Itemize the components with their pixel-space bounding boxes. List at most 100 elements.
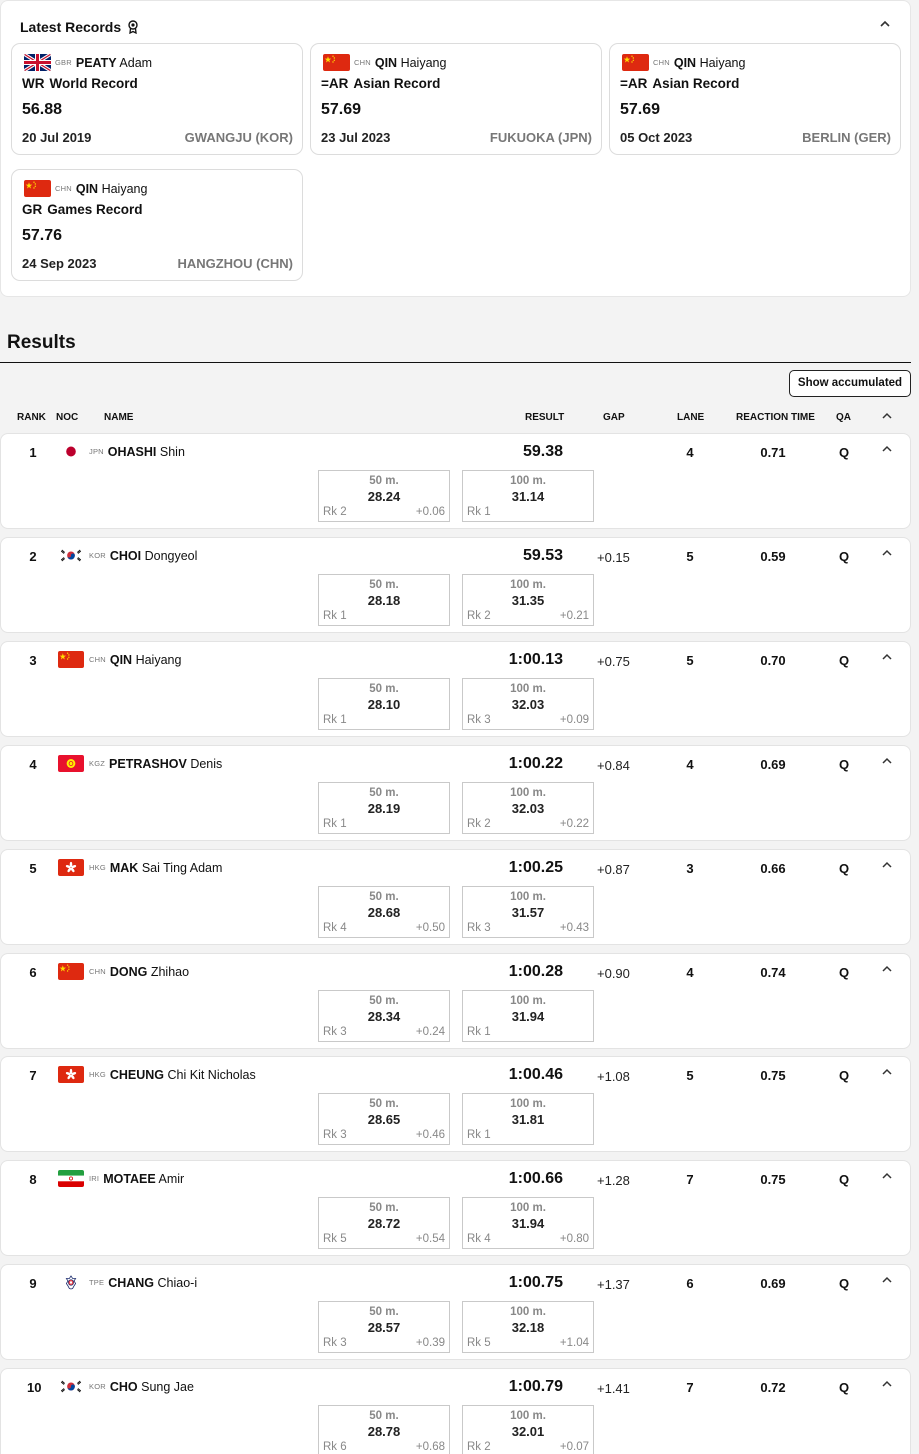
lane: 5 bbox=[686, 549, 694, 564]
athlete-name[interactable]: JPN OHASHI Shin bbox=[89, 445, 185, 459]
column-header-lane: LANE bbox=[677, 412, 705, 423]
rank: 10 bbox=[27, 1380, 42, 1395]
noc-code: CHN bbox=[89, 967, 106, 976]
athlete-name[interactable]: HKG CHEUNG Chi Kit Nicholas bbox=[89, 1068, 256, 1082]
gap: +1.08 bbox=[597, 1069, 630, 1084]
split-gap: +0.22 bbox=[559, 818, 589, 830]
split-time: 28.68 bbox=[367, 905, 401, 920]
chevron-up-icon[interactable] bbox=[878, 17, 892, 31]
chevron-up-icon[interactable] bbox=[881, 548, 893, 558]
split-50m: 50 m. 28.78 Rk 6 +0.68 bbox=[318, 1405, 450, 1454]
gap: +1.28 bbox=[597, 1173, 630, 1188]
split-100m: 100 m. 31.81 Rk 1 bbox=[462, 1093, 594, 1145]
athlete-name[interactable]: IRI MOTAEE Amir bbox=[89, 1172, 184, 1186]
athlete-last-name: QIN bbox=[75, 182, 99, 196]
chevron-up-icon[interactable] bbox=[881, 444, 893, 454]
split-gap: +0.80 bbox=[559, 1233, 589, 1245]
split-rank: Rk 1 bbox=[323, 818, 347, 830]
show-accumulated-button[interactable]: Show accumulated bbox=[789, 370, 911, 397]
chevron-up-icon[interactable] bbox=[881, 1379, 893, 1389]
result-row[interactable]: 8 IRI MOTAEE Amir 1:00.66 +1.28 7 0.75 Q … bbox=[0, 1160, 911, 1256]
record-card[interactable]: CHN QIN Haiyang GR Games Record 57.76 24 S… bbox=[11, 169, 303, 281]
record-code: WR bbox=[22, 76, 45, 91]
qualification: Q bbox=[838, 445, 850, 460]
athlete-last-name: CHOI bbox=[109, 549, 142, 563]
athlete-first-name: Sai Ting Adam bbox=[141, 861, 223, 875]
athlete-last-name: CHO bbox=[109, 1380, 138, 1394]
result-row[interactable]: 2 KOR CHOI Dongyeol 59.53 +0.15 5 0.59 Q … bbox=[0, 537, 911, 633]
result-row[interactable]: 4 KGZ PETRASHOV Denis 1:00.22 +0.84 4 0.6… bbox=[0, 745, 911, 841]
split-rank: Rk 2 bbox=[467, 1441, 491, 1453]
result-row[interactable]: 7 HKG CHEUNG Chi Kit Nicholas 1:00.46 +1.… bbox=[0, 1056, 911, 1152]
reaction-time: 0.69 bbox=[760, 1276, 786, 1291]
latest-records-panel: Latest Records GBR PEATY Adam WR World Rec… bbox=[0, 0, 911, 297]
result-row[interactable]: 9 TPE CHANG Chiao-i 1:00.75 +1.37 6 0.69 … bbox=[0, 1264, 911, 1360]
qualification: Q bbox=[838, 1068, 850, 1083]
split-50m: 50 m. 28.19 Rk 1 bbox=[318, 782, 450, 834]
rank: 6 bbox=[29, 965, 37, 980]
split-100m: 100 m. 31.35 Rk 2 +0.21 bbox=[462, 574, 594, 626]
record-athlete[interactable]: CHN QIN Haiyang bbox=[354, 56, 446, 70]
chevron-up-icon[interactable] bbox=[881, 1171, 893, 1181]
record-athlete[interactable]: CHN QIN Haiyang bbox=[653, 56, 745, 70]
record-date: 23 Jul 2023 bbox=[321, 130, 391, 145]
gap: +0.84 bbox=[597, 758, 630, 773]
result-time: 1:00.28 bbox=[508, 963, 563, 980]
athlete-last-name: MOTAEE bbox=[103, 1172, 156, 1186]
record-type: =AR Asian Record bbox=[620, 76, 739, 91]
athlete-last-name: CHEUNG bbox=[109, 1068, 165, 1082]
noc-code: KOR bbox=[89, 1382, 106, 1391]
reaction-time: 0.74 bbox=[760, 965, 786, 980]
athlete-name[interactable]: HKG MAK Sai Ting Adam bbox=[89, 861, 222, 875]
record-card[interactable]: CHN QIN Haiyang =AR Asian Record 57.69 23 … bbox=[310, 43, 602, 155]
result-time: 1:00.25 bbox=[508, 859, 563, 876]
result-row[interactable]: 3 CHN QIN Haiyang 1:00.13 +0.75 5 0.70 Q … bbox=[0, 641, 911, 737]
result-row[interactable]: 1 JPN OHASHI Shin 59.38 4 0.71 Q 50 m. 28… bbox=[0, 433, 911, 529]
divider bbox=[0, 362, 911, 363]
split-distance: 50 m. bbox=[369, 891, 399, 903]
qualification: Q bbox=[838, 1380, 850, 1395]
split-gap: +0.24 bbox=[415, 1026, 445, 1038]
split-rank: Rk 2 bbox=[467, 818, 491, 830]
record-place: BERLIN (GER) bbox=[802, 130, 891, 145]
result-time: 1:00.46 bbox=[508, 1066, 563, 1083]
noc-code: CHN bbox=[653, 58, 670, 67]
result-row[interactable]: 5 HKG MAK Sai Ting Adam 1:00.25 +0.87 3 0… bbox=[0, 849, 911, 945]
chevron-up-icon[interactable] bbox=[881, 756, 893, 766]
flag-chn-icon bbox=[622, 54, 649, 71]
gap: +0.15 bbox=[597, 550, 630, 565]
chevron-up-icon[interactable] bbox=[881, 860, 893, 870]
chevron-up-icon[interactable] bbox=[881, 1275, 893, 1285]
athlete-name[interactable]: CHN DONG Zhihao bbox=[89, 965, 189, 979]
split-gap: +0.06 bbox=[415, 506, 445, 518]
column-header-qa: QA bbox=[836, 412, 851, 423]
record-card[interactable]: CHN QIN Haiyang =AR Asian Record 57.69 05 … bbox=[609, 43, 901, 155]
chevron-up-icon[interactable] bbox=[881, 652, 893, 662]
athlete-name[interactable]: KOR CHOI Dongyeol bbox=[89, 549, 197, 563]
record-type-label: Games Record bbox=[47, 202, 143, 217]
record-athlete[interactable]: GBR PEATY Adam bbox=[55, 56, 152, 70]
athlete-last-name: PEATY bbox=[75, 56, 117, 70]
split-time: 28.10 bbox=[367, 697, 401, 712]
athlete-name[interactable]: KOR CHO Sung Jae bbox=[89, 1380, 194, 1394]
rank: 4 bbox=[29, 757, 37, 772]
result-row[interactable]: 6 CHN DONG Zhihao 1:00.28 +0.90 4 0.74 Q … bbox=[0, 953, 911, 1049]
record-athlete[interactable]: CHN QIN Haiyang bbox=[55, 182, 147, 196]
result-time: 1:00.66 bbox=[508, 1170, 563, 1187]
athlete-name[interactable]: CHN QIN Haiyang bbox=[89, 653, 181, 667]
result-row[interactable]: 10 KOR CHO Sung Jae 1:00.79 +1.41 7 0.72 … bbox=[0, 1368, 911, 1454]
chevron-up-icon[interactable] bbox=[881, 411, 893, 421]
flag-kor-icon bbox=[58, 1378, 84, 1395]
split-distance: 50 m. bbox=[369, 1202, 399, 1214]
split-rank: Rk 3 bbox=[323, 1026, 347, 1038]
athlete-last-name: OHASHI bbox=[107, 445, 157, 459]
split-time: 28.57 bbox=[367, 1320, 401, 1335]
athlete-name[interactable]: KGZ PETRASHOV Denis bbox=[89, 757, 222, 771]
record-card[interactable]: GBR PEATY Adam WR World Record 56.88 20 Ju… bbox=[11, 43, 303, 155]
split-rank: Rk 4 bbox=[467, 1233, 491, 1245]
chevron-up-icon[interactable] bbox=[881, 964, 893, 974]
athlete-name[interactable]: TPE CHANG Chiao-i bbox=[89, 1276, 197, 1290]
flag-tpe-icon bbox=[58, 1274, 84, 1291]
rank: 3 bbox=[29, 653, 37, 668]
chevron-up-icon[interactable] bbox=[881, 1067, 893, 1077]
